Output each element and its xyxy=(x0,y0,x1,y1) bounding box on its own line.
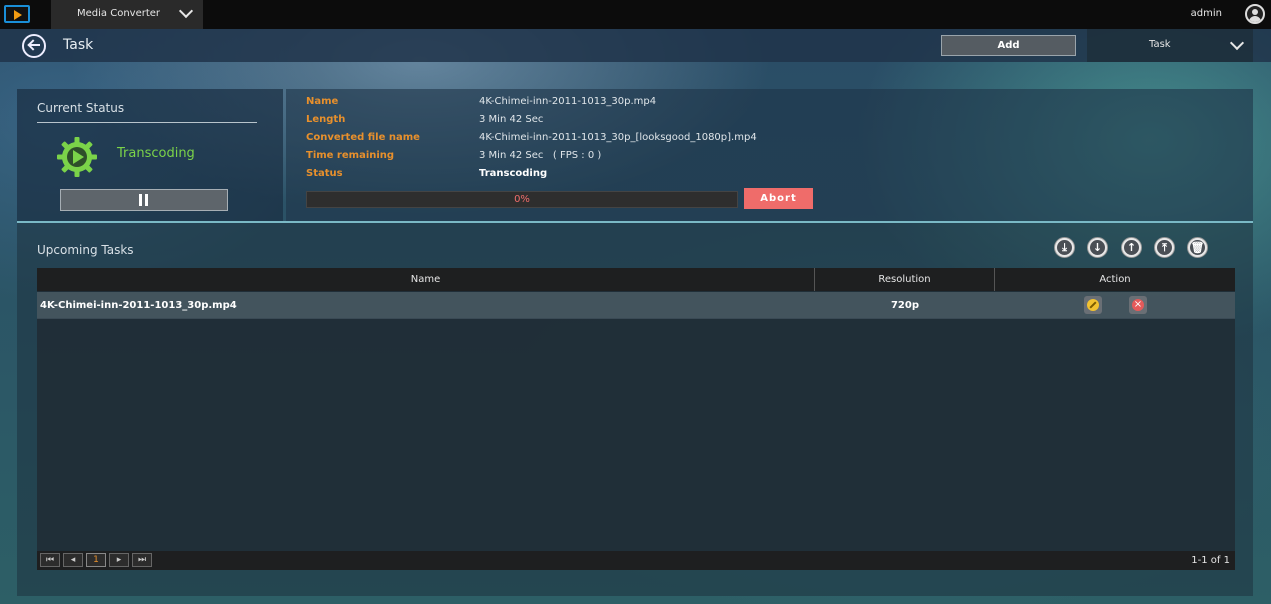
task-filter-dropdown[interactable]: Task xyxy=(1087,29,1253,62)
move-to-bottom-icon[interactable]: ⤓ xyxy=(1054,237,1075,258)
app-switcher[interactable]: Media Converter xyxy=(51,0,203,29)
time-remaining-value: 3 Min 42 Sec ( FPS : 0 ) xyxy=(479,150,602,161)
page-title: Task xyxy=(63,37,94,53)
user-avatar-icon[interactable] xyxy=(1245,4,1265,24)
task-filter-value: Task xyxy=(1149,39,1171,50)
table-row[interactable]: 4K-Chimei-inn-2011-1013_30p.mp4 720p xyxy=(37,292,1235,319)
current-status-panel: Current Status Transcoding xyxy=(17,89,283,221)
converted-file-value: 4K-Chimei-inn-2011-1013_30p_[looksgood_1… xyxy=(479,132,757,143)
status-label: Status xyxy=(306,168,343,179)
current-status-heading: Current Status xyxy=(37,101,125,115)
progress-text: 0% xyxy=(514,194,530,205)
length-value: 3 Min 42 Sec xyxy=(479,114,544,125)
page-number[interactable]: 1 xyxy=(86,553,106,567)
column-header-action: Action xyxy=(1099,274,1131,285)
back-arrow-icon[interactable] xyxy=(22,34,46,58)
pause-icon xyxy=(139,194,149,206)
upcoming-tasks-panel: Upcoming Tasks ⤓ ↓ ↑ ⤒ 🗑 Name Resolution… xyxy=(17,223,1253,596)
progress-bar: 0% xyxy=(306,191,738,208)
pause-button[interactable] xyxy=(60,189,228,211)
upcoming-tasks-table: Name Resolution Action 4K-Chimei-inn-201… xyxy=(37,268,1235,570)
row-name: 4K-Chimei-inn-2011-1013_30p.mp4 xyxy=(40,300,237,311)
user-name[interactable]: admin xyxy=(1191,8,1222,19)
chevron-down-icon xyxy=(178,3,194,19)
edit-icon[interactable] xyxy=(1084,296,1102,314)
move-down-icon[interactable]: ↓ xyxy=(1087,237,1108,258)
task-details-panel: Name 4K-Chimei-inn-2011-1013_30p.mp4 Len… xyxy=(286,89,1253,221)
abort-button[interactable]: Abort xyxy=(744,188,813,209)
delete-icon[interactable] xyxy=(1129,296,1147,314)
name-label: Name xyxy=(306,96,339,107)
pagination-bar: ⏮ ◂ 1 ▸ ⏭ 1-1 of 1 xyxy=(37,551,1235,570)
trash-icon[interactable]: 🗑 xyxy=(1187,237,1208,258)
upcoming-tasks-heading: Upcoming Tasks xyxy=(37,243,134,257)
transcoding-gear-icon xyxy=(57,137,97,177)
next-page-icon[interactable]: ▸ xyxy=(109,553,129,567)
length-label: Length xyxy=(306,114,346,125)
table-header: Name Resolution Action xyxy=(37,268,1235,291)
converted-file-label: Converted file name xyxy=(306,132,420,143)
pagination-info: 1-1 of 1 xyxy=(1191,555,1230,566)
page-header: Task Add Task xyxy=(0,29,1271,62)
row-resolution: 720p xyxy=(890,300,920,311)
current-status-state: Transcoding xyxy=(117,146,195,161)
media-converter-logo-icon[interactable] xyxy=(4,5,30,23)
name-value: 4K-Chimei-inn-2011-1013_30p.mp4 xyxy=(479,96,657,107)
status-value: Transcoding xyxy=(479,168,548,179)
top-bar: Media Converter admin xyxy=(0,0,1271,29)
add-button[interactable]: Add xyxy=(941,35,1076,56)
last-page-icon[interactable]: ⏭ xyxy=(132,553,152,567)
app-name: Media Converter xyxy=(77,8,161,19)
move-to-top-icon[interactable]: ⤒ xyxy=(1154,237,1175,258)
first-page-icon[interactable]: ⏮ xyxy=(40,553,60,567)
column-header-resolution[interactable]: Resolution xyxy=(815,268,995,291)
divider xyxy=(37,122,257,123)
column-header-name[interactable]: Name xyxy=(37,268,815,291)
previous-page-icon[interactable]: ◂ xyxy=(63,553,83,567)
time-remaining-label: Time remaining xyxy=(306,150,395,161)
chevron-down-icon xyxy=(1229,35,1245,51)
move-up-icon[interactable]: ↑ xyxy=(1121,237,1142,258)
